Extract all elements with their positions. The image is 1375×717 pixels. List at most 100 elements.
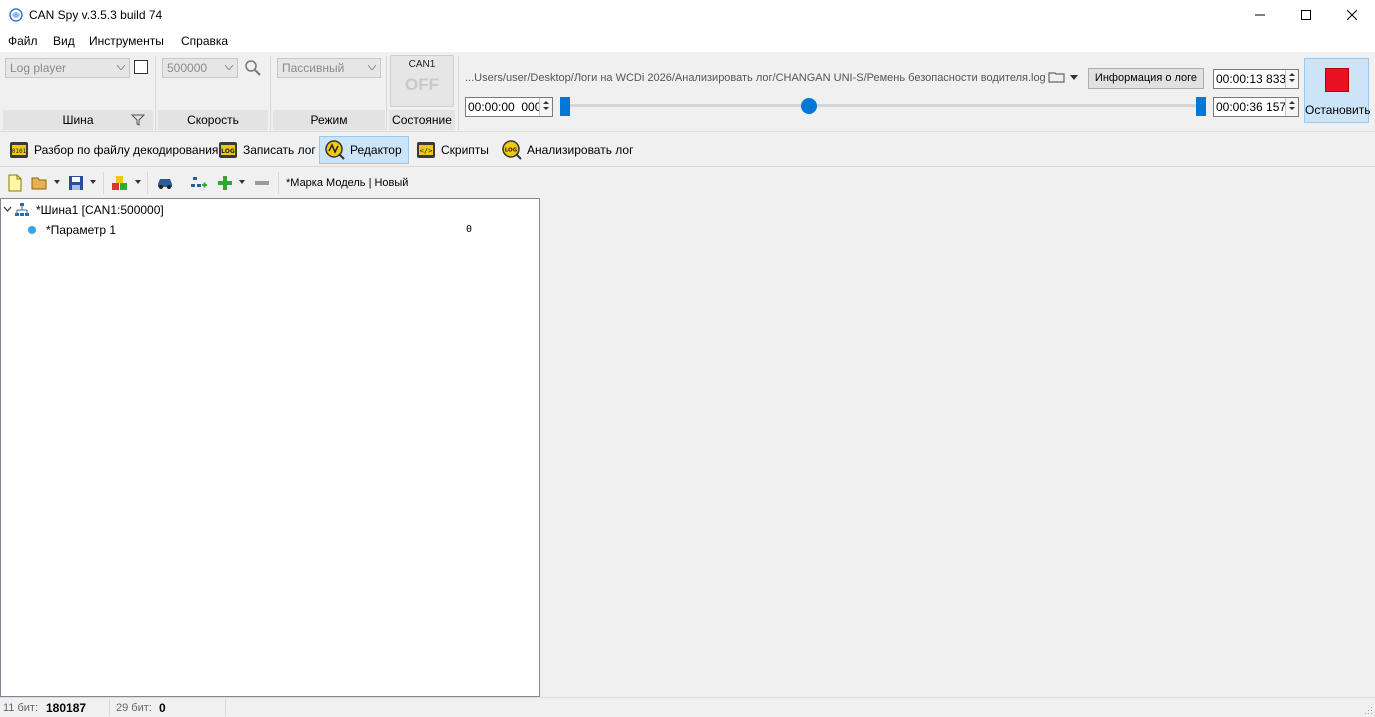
- title-bar: [0, 0, 1375, 30]
- current-time-field[interactable]: 00:00:13 833: [1213, 69, 1299, 89]
- close-icon: [1347, 10, 1357, 20]
- chevron-down-icon[interactable]: [135, 180, 141, 184]
- chevron-down-icon[interactable]: [90, 180, 96, 184]
- spin-buttons[interactable]: [1285, 98, 1298, 116]
- can-status-label: OFF: [405, 75, 439, 94]
- parameter-dot-icon: [28, 226, 36, 234]
- maximize-button[interactable]: [1283, 0, 1329, 30]
- spin-buttons[interactable]: [1285, 70, 1298, 88]
- end-time-field[interactable]: 00:00:36 157: [1213, 97, 1299, 117]
- status-bar: [0, 697, 1375, 717]
- menu-tools[interactable]: Инструменты: [89, 34, 164, 48]
- stop-button[interactable]: Остановить: [1304, 58, 1371, 123]
- close-button[interactable]: [1329, 0, 1375, 30]
- filter-icon[interactable]: [131, 113, 145, 127]
- minimize-icon: [1255, 14, 1265, 16]
- log-path: ...Users/user/Desktop/Логи на WCDi 2026/…: [465, 72, 1045, 84]
- add-bus-icon: [191, 177, 207, 188]
- range-start-handle[interactable]: [560, 97, 570, 116]
- mode-combo-value: Пассивный: [282, 61, 345, 75]
- mode-combo[interactable]: Пассивный: [277, 58, 381, 78]
- log-record-icon: LOG: [219, 142, 237, 158]
- tab-label: Скрипты: [441, 143, 489, 157]
- speed-group-label: Скорость: [158, 110, 268, 130]
- start-time-value: 00:00:00 000: [468, 100, 542, 114]
- app-logo-icon: [9, 8, 23, 22]
- svg-text:0101: 0101: [12, 148, 27, 155]
- model-label: *Марка Модель | Новый: [286, 177, 409, 189]
- chevron-down-icon: [117, 65, 125, 70]
- save-icon: [69, 176, 83, 190]
- start-time-field[interactable]: 00:00:00 000: [465, 97, 553, 117]
- bit11-label: 11 бит:: [3, 702, 39, 714]
- parameter-value: 0: [466, 224, 473, 235]
- tab-label: Записать лог: [243, 143, 316, 157]
- bus-combo[interactable]: Log player: [5, 58, 130, 78]
- editor-icon: [325, 140, 345, 160]
- bus-combo-value: Log player: [10, 61, 67, 75]
- car-icon: [158, 179, 172, 189]
- can-state-button[interactable]: CAN1 OFF: [390, 55, 454, 107]
- divider: [103, 172, 104, 194]
- spin-buttons[interactable]: [539, 98, 552, 116]
- divider: [155, 56, 156, 130]
- tree-parameter-node[interactable]: *Параметр 1: [46, 223, 116, 237]
- timeline-thumb[interactable]: [800, 98, 817, 114]
- minimize-button[interactable]: [1237, 0, 1283, 30]
- speed-combo[interactable]: 500000: [162, 58, 238, 78]
- menu-help[interactable]: Справка: [181, 34, 228, 48]
- editor-tree: [0, 198, 540, 697]
- new-file-button[interactable]: [4, 172, 26, 194]
- car-button[interactable]: [154, 172, 176, 194]
- tab-editor[interactable]: Редактор: [319, 136, 409, 164]
- timeline-track: [566, 104, 1200, 107]
- divider: [458, 56, 459, 130]
- chevron-down-icon[interactable]: [54, 180, 60, 184]
- bit29-value: 0: [159, 701, 166, 715]
- tab-label: Анализировать лог: [527, 143, 634, 157]
- maximize-icon: [1301, 10, 1311, 20]
- divider: [386, 56, 387, 130]
- tree-bus-node[interactable]: *Шина1 [CAN1:500000]: [36, 203, 164, 217]
- state-group-label: Состояние: [389, 110, 455, 130]
- add-bus-button[interactable]: [188, 172, 210, 194]
- open-file-button[interactable]: [29, 172, 51, 194]
- bit11-value: 180187: [46, 701, 87, 715]
- chevron-down-icon: [368, 65, 376, 70]
- plus-icon: [218, 176, 232, 190]
- tab-scripts[interactable]: </> Скрипты: [410, 136, 496, 164]
- search-icon[interactable]: [244, 59, 262, 77]
- divider: [147, 172, 148, 194]
- tab-analyze-log[interactable]: LOG Анализировать лог: [496, 136, 640, 164]
- menu-file[interactable]: Файл: [8, 34, 38, 48]
- state-label: Состояние: [392, 113, 452, 127]
- decode-file-icon: 0101: [10, 142, 28, 158]
- new-file-icon: [8, 174, 22, 192]
- divider: [225, 699, 226, 716]
- blocks-button[interactable]: [109, 172, 131, 194]
- folder-open-icon[interactable]: [1048, 70, 1066, 84]
- speed-label: Скорость: [187, 113, 239, 127]
- tab-decode-file[interactable]: 0101 Разбор по файлу декодирования: [3, 136, 225, 164]
- can-channel-label: CAN1: [408, 59, 436, 70]
- range-end-handle[interactable]: [1196, 97, 1206, 116]
- save-button[interactable]: [65, 172, 87, 194]
- bus-checkbox[interactable]: [134, 60, 148, 74]
- svg-text:LOG: LOG: [505, 148, 518, 154]
- resize-grip-icon[interactable]: [1363, 705, 1373, 715]
- scripts-icon: </>: [417, 142, 435, 158]
- menu-view[interactable]: Вид: [53, 34, 75, 48]
- chevron-down-icon: [225, 65, 233, 70]
- bus-tree-icon: [15, 203, 29, 216]
- chevron-down-icon[interactable]: [239, 180, 245, 184]
- bit29-label: 29 бит:: [116, 702, 152, 714]
- stop-label: Остановить: [1305, 103, 1371, 117]
- add-button[interactable]: [214, 172, 236, 194]
- chevron-down-icon[interactable]: [1070, 75, 1078, 80]
- remove-button[interactable]: [251, 172, 273, 194]
- chevron-down-icon[interactable]: [3, 205, 12, 214]
- bus-label: Шина: [62, 113, 94, 127]
- divider: [270, 56, 271, 130]
- log-info-button[interactable]: Информация о логе: [1088, 68, 1204, 89]
- tab-record-log[interactable]: LOG Записать лог: [212, 136, 323, 164]
